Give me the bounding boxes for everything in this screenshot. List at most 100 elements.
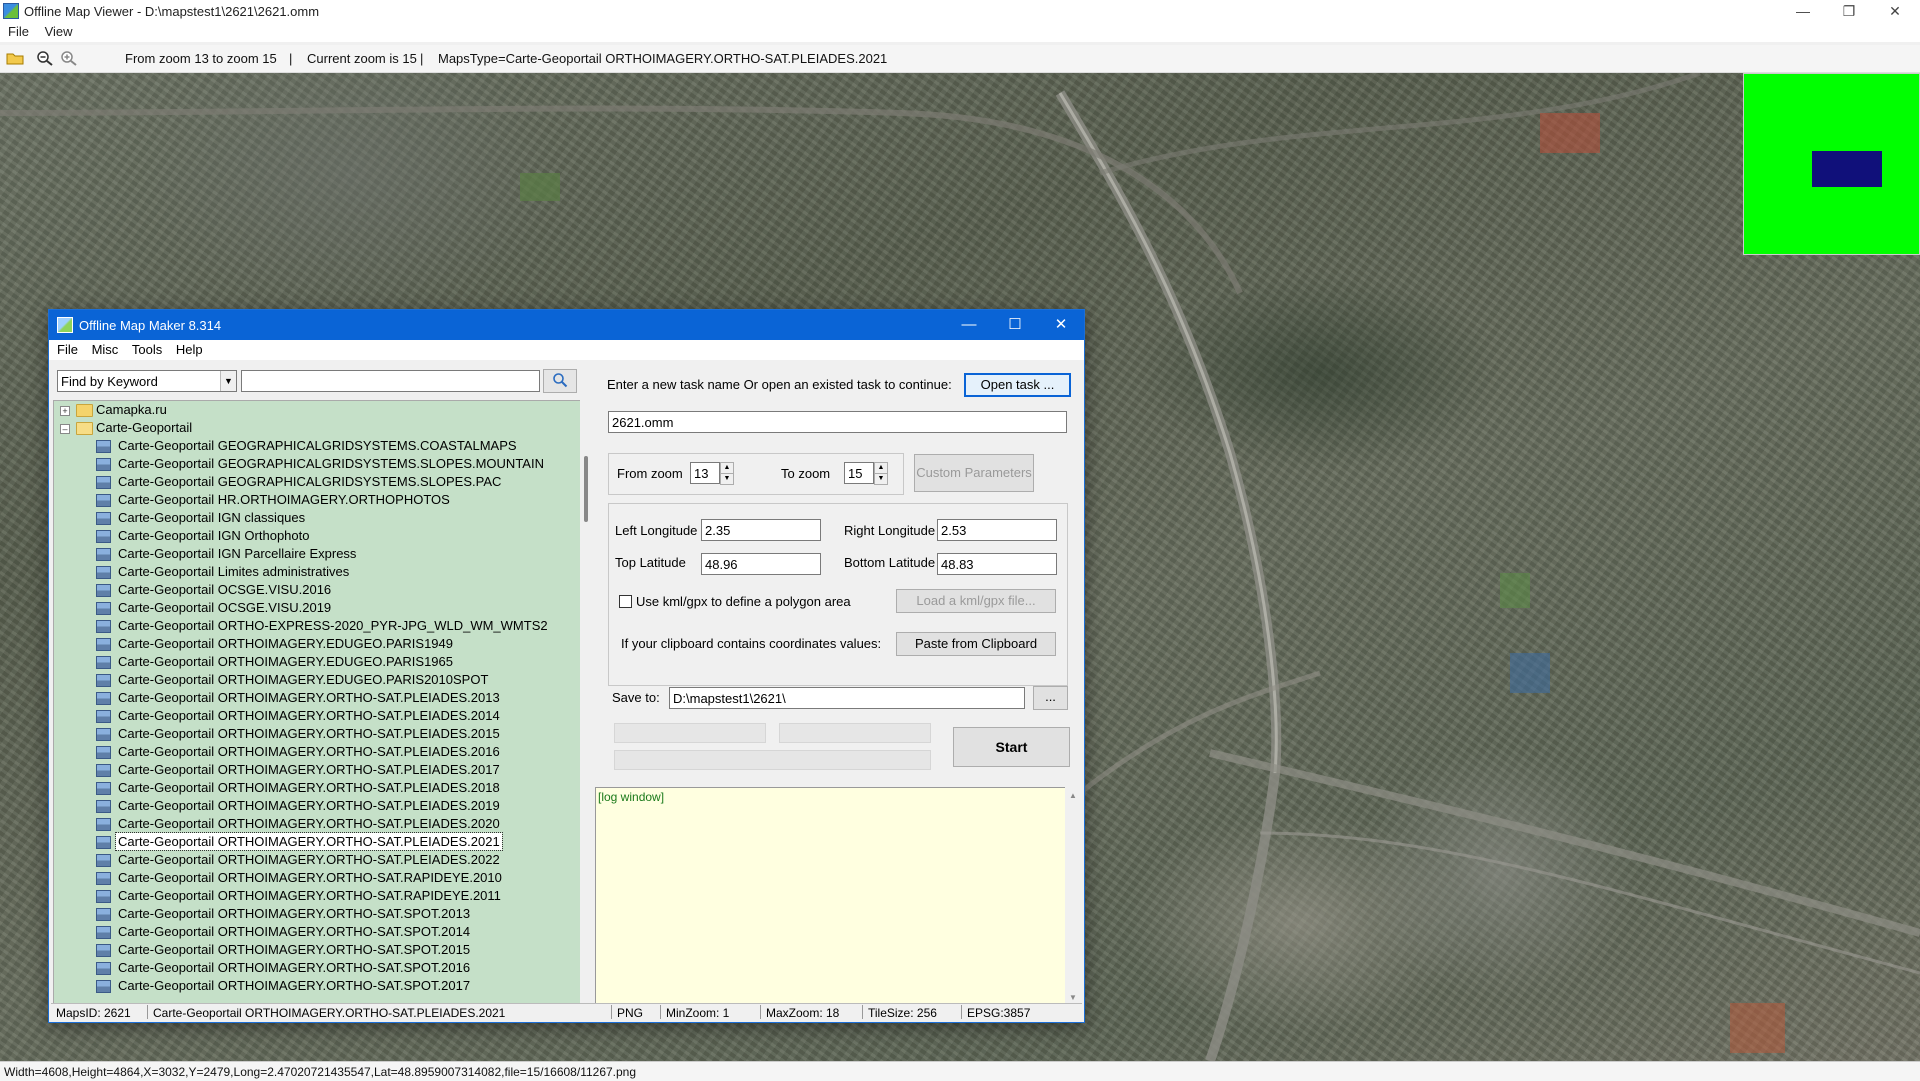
tree-item-map-source[interactable]: Carte-Geoportail ORTHOIMAGERY.ORTHO-SAT.… [116, 887, 503, 904]
zoom-out-icon[interactable] [36, 50, 54, 66]
map-source-icon [96, 692, 111, 705]
tree-item-map-source[interactable]: Carte-Geoportail ORTHOIMAGERY.ORTHO-SAT.… [116, 977, 472, 994]
tree-item-map-source[interactable]: Carte-Geoportail HR.ORTHOIMAGERY.ORTHOPH… [116, 491, 452, 508]
custom-parameters-button[interactable]: Custom Parameters [914, 454, 1034, 492]
map-source-icon [96, 584, 111, 597]
tree-item-map-source[interactable]: Carte-Geoportail Limites administratives [116, 563, 351, 580]
tree-item-map-source[interactable]: Carte-Geoportail ORTHOIMAGERY.ORTHO-SAT.… [116, 815, 502, 832]
dialog-menu-help[interactable]: Help [176, 340, 203, 360]
zoom-in-icon[interactable] [60, 50, 78, 66]
dialog-close-button[interactable]: ✕ [1038, 310, 1084, 340]
tree-item-map-source[interactable]: Carte-Geoportail ORTHOIMAGERY.ORTHO-SAT.… [116, 689, 502, 706]
tree-item-map-source[interactable]: Carte-Geoportail ORTHOIMAGERY.ORTHO-SAT.… [116, 905, 472, 922]
tree-item-map-source[interactable]: Carte-Geoportail IGN Parcellaire Express [116, 545, 358, 562]
kml-polygon-checkbox[interactable] [619, 595, 632, 608]
from-zoom-input[interactable]: 13 [690, 462, 720, 484]
tree-item-map-source[interactable]: Carte-Geoportail ORTHOIMAGERY.ORTHO-SAT.… [116, 779, 502, 796]
tree-scroll-thumb[interactable] [584, 456, 588, 522]
browse-folder-button[interactable]: ... [1033, 686, 1068, 710]
map-source-icon [96, 872, 111, 885]
to-zoom-value: 15 [848, 466, 863, 481]
bottom-latitude-value: 48.83 [941, 557, 974, 572]
top-latitude-input[interactable]: 48.96 [701, 553, 821, 575]
dialog-titlebar: Offline Map Maker 8.314 — ☐ ✕ [49, 310, 1084, 340]
dialog-menu-file[interactable]: File [57, 340, 78, 360]
maps-type-text: MapsType=Carte-Geoportail ORTHOIMAGERY.O… [438, 51, 888, 66]
collapse-icon[interactable]: – [60, 424, 70, 434]
tree-item-map-source[interactable]: Carte-Geoportail GEOGRAPHICALGRIDSYSTEMS… [116, 455, 546, 472]
map-source-icon [96, 566, 111, 579]
menu-file[interactable]: File [8, 22, 29, 42]
dialog-maximize-button[interactable]: ☐ [992, 310, 1038, 340]
tree-item-map-source[interactable]: Carte-Geoportail ORTHOIMAGERY.ORTHO-SAT.… [116, 851, 502, 868]
tree-item-map-source[interactable]: Carte-Geoportail OCSGE.VISU.2016 [116, 581, 333, 598]
tree-folder-carte-geoportail[interactable]: Carte-Geoportail [96, 419, 192, 436]
save-to-input[interactable]: D:\mapstest1\2621\ [669, 687, 1025, 709]
dialog-menu-misc[interactable]: Misc [92, 340, 119, 360]
tree-item-map-source[interactable]: Carte-Geoportail ORTHO-EXPRESS-2020_PYR-… [116, 617, 550, 634]
left-longitude-input[interactable]: 2.35 [701, 519, 821, 541]
kml-polygon-label: Use kml/gpx to define a polygon area [636, 594, 851, 609]
status-max-zoom: MaxZoom: 18 [766, 1006, 840, 1020]
tree-item-map-source[interactable]: Carte-Geoportail GEOGRAPHICALGRIDSYSTEMS… [116, 473, 503, 490]
tree-item-map-source[interactable]: Carte-Geoportail GEOGRAPHICALGRIDSYSTEMS… [116, 437, 519, 454]
minimap-viewport[interactable] [1812, 151, 1882, 187]
tree-item-map-source[interactable]: Carte-Geoportail ORTHOIMAGERY.ORTHO-SAT.… [116, 959, 472, 976]
tree-item-map-source[interactable]: Carte-Geoportail ORTHOIMAGERY.ORTHO-SAT.… [116, 707, 502, 724]
map-source-icon [96, 710, 111, 723]
map-source-icon [96, 656, 111, 669]
tree-item-map-source[interactable]: Carte-Geoportail ORTHOIMAGERY.ORTHO-SAT.… [116, 869, 504, 886]
map-source-tree[interactable]: + Camapka.ru – Carte-Geoportail Carte-Ge… [53, 400, 582, 1010]
open-task-button[interactable]: Open task ... [964, 373, 1071, 397]
scroll-up-icon[interactable]: ▲ [1069, 791, 1077, 800]
load-kml-button[interactable]: Load a kml/gpx file... [896, 589, 1056, 613]
search-mode-select[interactable]: Find by Keyword ▼ [57, 370, 237, 392]
map-source-icon [96, 746, 111, 759]
tree-item-map-source[interactable]: Carte-Geoportail ORTHOIMAGERY.ORTHO-SAT.… [116, 923, 472, 940]
status-divider [147, 1005, 148, 1019]
search-input[interactable] [241, 370, 540, 392]
from-zoom-down-icon[interactable]: ▼ [720, 473, 734, 485]
map-source-icon [96, 836, 111, 849]
tree-item-map-source[interactable]: Carte-Geoportail IGN Orthophoto [116, 527, 311, 544]
scroll-down-icon[interactable]: ▼ [1069, 993, 1077, 1002]
tree-item-map-source[interactable]: Carte-Geoportail ORTHOIMAGERY.ORTHO-SAT.… [116, 941, 472, 958]
tree-folder-camapka[interactable]: Camapka.ru [96, 401, 167, 418]
menu-view[interactable]: View [45, 22, 73, 42]
dialog-minimize-button[interactable]: — [946, 310, 992, 340]
start-button[interactable]: Start [953, 727, 1070, 767]
log-scrollbar[interactable]: ▲ ▼ [1065, 787, 1082, 1006]
viewer-menubar: File View [0, 22, 1920, 42]
map-source-icon [96, 782, 111, 795]
maximize-button[interactable]: ❐ [1826, 0, 1872, 22]
tree-item-map-source[interactable]: Carte-Geoportail IGN classiques [116, 509, 307, 526]
right-longitude-input[interactable]: 2.53 [937, 519, 1057, 541]
dialog-menu-tools[interactable]: Tools [132, 340, 162, 360]
paste-clipboard-button[interactable]: Paste from Clipboard [896, 632, 1056, 656]
minimize-button[interactable]: — [1780, 0, 1826, 22]
bottom-latitude-input[interactable]: 48.83 [937, 553, 1057, 575]
tree-item-map-source[interactable]: Carte-Geoportail ORTHOIMAGERY.ORTHO-SAT.… [115, 832, 503, 851]
log-window[interactable]: [log window] [595, 787, 1068, 1008]
tree-item-map-source[interactable]: Carte-Geoportail ORTHOIMAGERY.ORTHO-SAT.… [116, 743, 502, 760]
tree-item-map-source[interactable]: Carte-Geoportail ORTHOIMAGERY.EDUGEO.PAR… [116, 635, 455, 652]
tree-item-map-source[interactable]: Carte-Geoportail OCSGE.VISU.2019 [116, 599, 333, 616]
tree-item-map-source[interactable]: Carte-Geoportail ORTHOIMAGERY.EDUGEO.PAR… [116, 653, 455, 670]
left-longitude-value: 2.35 [705, 523, 731, 538]
app-icon [3, 3, 19, 19]
tree-item-map-source[interactable]: Carte-Geoportail ORTHOIMAGERY.EDUGEO.PAR… [116, 671, 490, 688]
expand-icon[interactable]: + [60, 406, 70, 416]
to-zoom-down-icon[interactable]: ▼ [874, 473, 888, 485]
tree-item-map-source[interactable]: Carte-Geoportail ORTHOIMAGERY.ORTHO-SAT.… [116, 797, 502, 814]
tree-item-map-source[interactable]: Carte-Geoportail ORTHOIMAGERY.ORTHO-SAT.… [116, 725, 502, 742]
open-folder-icon[interactable] [6, 50, 24, 66]
tree-item-map-source[interactable]: Carte-Geoportail ORTHOIMAGERY.ORTHO-SAT.… [116, 761, 502, 778]
search-button[interactable] [543, 369, 577, 393]
close-button[interactable]: ✕ [1872, 0, 1918, 22]
chevron-down-icon[interactable]: ▼ [220, 371, 236, 391]
search-mode-value: Find by Keyword [61, 374, 158, 389]
to-zoom-input[interactable]: 15 [844, 462, 874, 484]
map-source-icon [96, 908, 111, 921]
task-name-input[interactable]: 2621.omm [608, 411, 1067, 433]
minimap[interactable] [1743, 73, 1920, 255]
